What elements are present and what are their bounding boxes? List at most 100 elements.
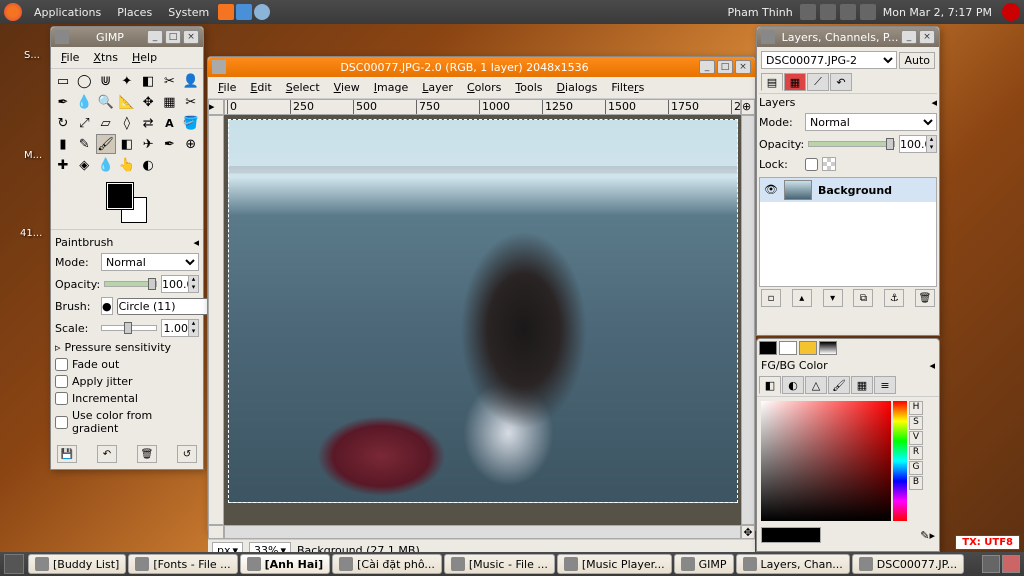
layers-menu-icon[interactable]: ◂ [931, 96, 937, 109]
tool-move[interactable]: ✥ [138, 92, 158, 112]
swatch-tab-brushes[interactable] [799, 341, 817, 355]
lower-layer-button[interactable]: ▾ [823, 289, 843, 307]
color-tab-watercolor[interactable]: 🖌 [828, 376, 850, 394]
duplicate-layer-button[interactable]: ⧉ [853, 289, 873, 307]
auto-button[interactable]: Auto [899, 52, 935, 69]
layers-close-button[interactable]: × [919, 30, 935, 44]
places-menu[interactable]: Places [109, 4, 160, 21]
taskbar-anh-hai[interactable]: [Anh Hai] [240, 554, 330, 574]
tool-crop[interactable]: ✂ [181, 92, 201, 112]
add-color-icon[interactable]: ✎▸ [920, 529, 935, 542]
delete-layer-button[interactable]: 🗑 [915, 289, 935, 307]
layer-mode-select[interactable]: Normal [805, 113, 937, 131]
layer-name[interactable]: Background [818, 184, 892, 197]
layer-opacity-spin[interactable]: ▴▾ [899, 135, 937, 153]
tool-ellipse-select[interactable]: ◯ [74, 71, 94, 91]
tool-eraser[interactable]: ◧ [117, 134, 137, 154]
color-tab-scales[interactable]: ≡ [874, 376, 896, 394]
taskbar-music-player[interactable]: [Music Player... [557, 554, 672, 574]
menu-file[interactable]: File [55, 49, 85, 66]
workspace-switcher[interactable] [982, 555, 1000, 573]
tool-clone[interactable]: ⊕ [181, 134, 201, 154]
swatch-tab-gradients[interactable] [819, 341, 837, 355]
scale-slider[interactable] [101, 325, 157, 331]
img-menu-file[interactable]: File [212, 79, 242, 96]
mode-select[interactable]: Normal [101, 253, 199, 271]
taskbar-layers[interactable]: Layers, Chan... [736, 554, 850, 574]
fadeout-check[interactable] [55, 358, 68, 371]
taskbar-fonts[interactable]: [Fonts - File ... [128, 554, 237, 574]
fg-color-swatch[interactable] [107, 183, 133, 209]
gradient-check[interactable] [55, 416, 68, 429]
tool-paths[interactable]: ✒ [53, 92, 73, 112]
tool-measure[interactable]: 📐 [117, 92, 137, 112]
brush-preview[interactable]: ● [101, 297, 113, 315]
opt-restore-button[interactable]: ↶ [97, 445, 117, 463]
menu-xtns[interactable]: Xtns [87, 49, 124, 66]
tool-rect-select[interactable]: ▭ [53, 71, 73, 91]
anchor-layer-button[interactable]: ⚓ [884, 289, 904, 307]
tool-ink[interactable]: ✒ [159, 134, 179, 154]
incremental-check[interactable] [55, 392, 68, 405]
layers-minimize-button[interactable]: _ [901, 30, 917, 44]
img-maximize-button[interactable]: □ [717, 60, 733, 74]
menu-help[interactable]: Help [126, 49, 163, 66]
img-close-button[interactable]: × [735, 60, 751, 74]
firefox-icon[interactable] [218, 4, 234, 20]
img-menu-colors[interactable]: Colors [461, 79, 507, 96]
taskbar-cai-dat[interactable]: [Cài đặt phô... [332, 554, 442, 574]
tab-channels[interactable]: ▦ [784, 73, 806, 91]
tool-paintbrush[interactable]: 🖌 [96, 134, 116, 154]
taskbar-music-file[interactable]: [Music - File ... [444, 554, 555, 574]
tool-rotate[interactable]: ↻ [53, 113, 73, 133]
network-icon[interactable] [820, 4, 836, 20]
eye-icon[interactable]: 👁 [764, 183, 778, 197]
img-menu-filters[interactable]: Filters [605, 79, 650, 96]
shutdown-icon[interactable] [1002, 3, 1020, 21]
minimize-button[interactable]: _ [147, 30, 163, 44]
ubuntu-logo-icon[interactable] [4, 3, 22, 21]
img-menu-view[interactable]: View [328, 79, 366, 96]
tool-foreground[interactable]: 👤 [181, 71, 201, 91]
tool-perspective-clone[interactable]: ◈ [74, 155, 94, 175]
maximize-button[interactable]: □ [165, 30, 181, 44]
color-tab-cmyk[interactable]: ◐ [782, 376, 804, 394]
color-gradient-square[interactable] [761, 401, 891, 521]
tool-smudge[interactable]: 👆 [117, 155, 137, 175]
jitter-check[interactable] [55, 375, 68, 388]
tray-icon-2[interactable] [860, 4, 876, 20]
tray-icon-1[interactable] [800, 4, 816, 20]
toolbox-titlebar[interactable]: GIMP _ □ × [51, 27, 203, 47]
current-color-preview[interactable] [761, 527, 821, 543]
lock-alpha-check[interactable] [805, 158, 818, 171]
tool-heal[interactable]: ✚ [53, 155, 73, 175]
tab-undo[interactable]: ↶ [830, 73, 852, 91]
tool-airbrush[interactable]: ✈ [138, 134, 158, 154]
tool-dodge[interactable]: ◐ [138, 155, 158, 175]
tool-bucket[interactable]: 🪣 [181, 113, 201, 133]
tool-pencil[interactable]: ✎ [74, 134, 94, 154]
nav-icon[interactable]: ✥ [741, 525, 755, 539]
tool-zoom[interactable]: 🔍 [96, 92, 116, 112]
tool-perspective[interactable]: ◊ [117, 113, 137, 133]
tool-blend[interactable]: ▮ [53, 134, 73, 154]
ruler-horizontal[interactable]: 0 250 500 750 1000 1250 1500 1750 2000 [224, 99, 741, 115]
opt-reset-button[interactable]: ↺ [177, 445, 197, 463]
swatch-black[interactable] [759, 341, 777, 355]
user-label[interactable]: Pham Thinh [723, 4, 796, 21]
new-layer-button[interactable]: ▫ [761, 289, 781, 307]
scale-spin[interactable]: ▴▾ [161, 319, 199, 337]
layer-opacity-slider[interactable] [808, 141, 895, 147]
colors-menu-icon[interactable]: ◂ [929, 359, 935, 372]
layer-list[interactable]: 👁 Background [759, 177, 937, 287]
trash-icon[interactable] [1002, 555, 1020, 573]
tool-align[interactable]: ▦ [159, 92, 179, 112]
taskbar-dsc[interactable]: DSC00077.JP... [852, 554, 964, 574]
tab-paths[interactable]: ⟋ [807, 73, 829, 91]
img-menu-dialogs[interactable]: Dialogs [551, 79, 604, 96]
channel-s[interactable]: S [909, 416, 923, 430]
scrollbar-vertical[interactable] [741, 115, 755, 525]
system-menu[interactable]: System [160, 4, 217, 21]
hue-bar[interactable] [893, 401, 907, 521]
ruler-corner[interactable]: ▸ [208, 99, 224, 115]
